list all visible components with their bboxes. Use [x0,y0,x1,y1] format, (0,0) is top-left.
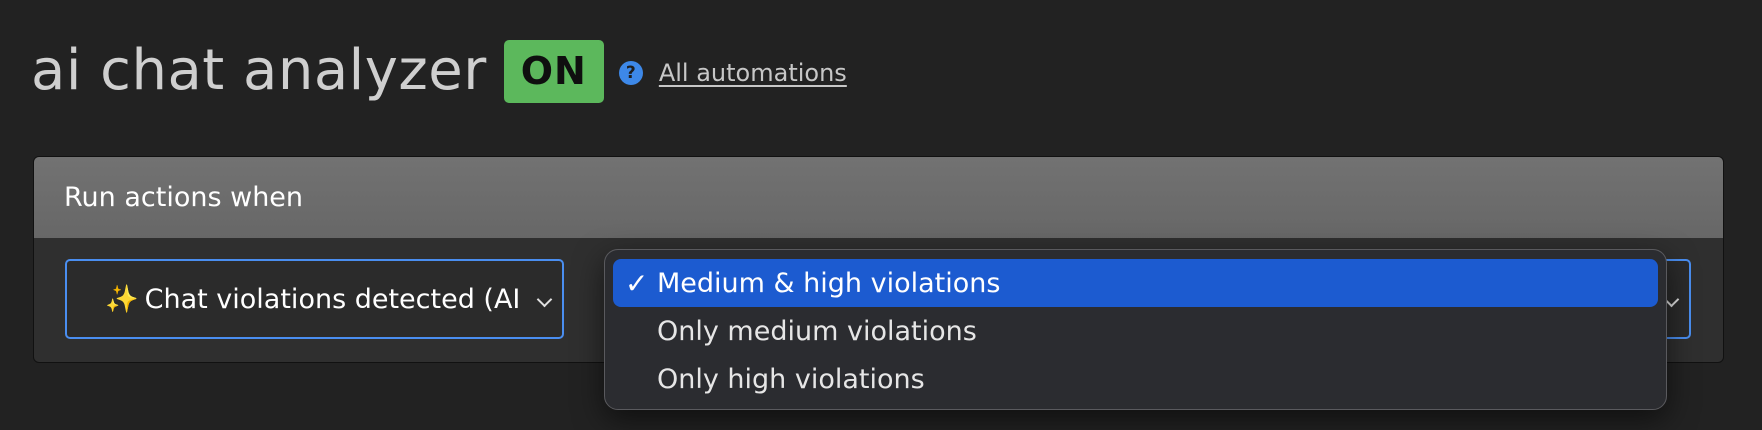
help-icon[interactable]: ? [618,61,643,85]
trigger-select[interactable]: ✨ Chat violations detected (AI [65,259,564,339]
automation-page: ai chat analyzer ON ? All automations Ru… [0,0,1762,430]
checkmark-icon: ✓ [625,266,649,300]
panel-title: Run actions when [64,182,304,213]
menu-item-medium-high[interactable]: ✓ Medium & high violations [613,259,1658,307]
status-badge[interactable]: ON [503,39,604,103]
page-title: ai chat analyzer [31,38,487,103]
panel-header: Run actions when [34,157,1723,238]
severity-dropdown-menu: ✓ Medium & high violations Only medium v… [604,249,1667,410]
all-automations-link[interactable]: All automations [659,59,847,87]
chevron-down-icon [536,291,553,308]
trigger-label: Chat violations detected (AI [144,284,521,315]
sparkle-icon: ✨ [105,284,139,315]
menu-item-label: Only high violations [657,363,925,395]
trigger-select-value: ✨ Chat violations detected (AI [105,283,520,315]
menu-item-only-high[interactable]: Only high violations [613,355,1658,403]
menu-item-label: Only medium violations [657,315,977,347]
menu-item-only-medium[interactable]: Only medium violations [613,307,1658,355]
menu-item-label: Medium & high violations [657,267,1001,299]
page-header: ai chat analyzer ON ? All automations [31,36,847,106]
